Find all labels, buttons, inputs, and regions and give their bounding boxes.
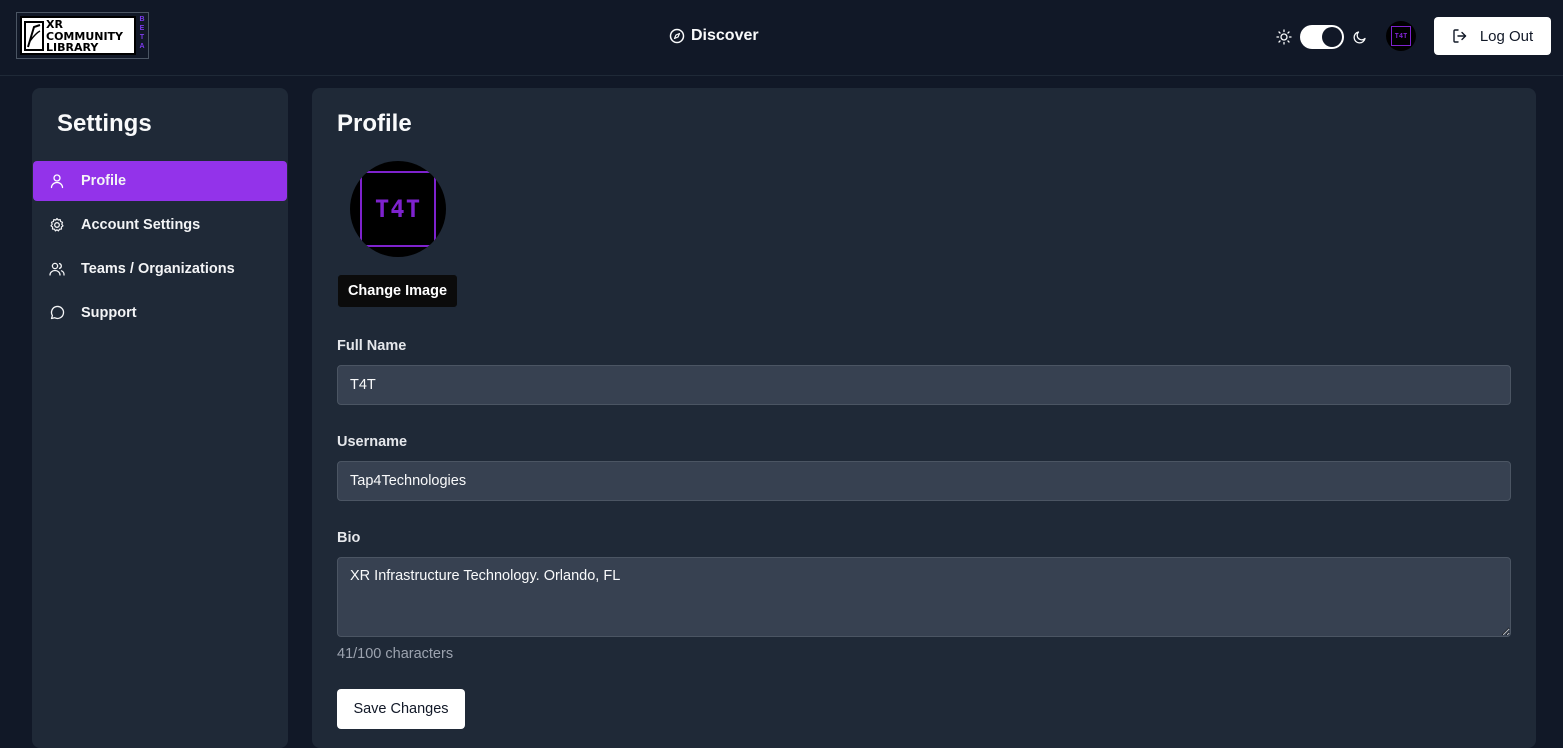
user-icon — [49, 173, 65, 189]
logo-mark-icon — [24, 21, 44, 51]
discover-label: Discover — [691, 27, 759, 44]
username-label: Username — [337, 434, 408, 450]
log-out-button[interactable]: Log Out — [1434, 17, 1551, 55]
sidebar-item-support[interactable]: Support — [33, 293, 287, 333]
settings-sidebar: Settings Profile Account Settings Teams … — [32, 88, 288, 748]
log-out-icon — [1452, 28, 1468, 44]
log-out-label: Log Out — [1479, 27, 1534, 45]
sidebar-title: Settings — [57, 110, 152, 137]
profile-avatar: T4T — [350, 161, 446, 257]
sidebar-item-label: Profile — [81, 173, 127, 189]
theme-switcher — [1276, 24, 1368, 50]
change-image-button[interactable]: Change Image — [337, 274, 458, 308]
discover-link[interactable]: Discover — [669, 24, 759, 48]
top-nav-bar: XR COMMUNITY LIBRARY B E T A Discover T4… — [0, 0, 1563, 76]
logo-line-1: XR — [46, 18, 63, 31]
xr-community-library-logo[interactable]: XR COMMUNITY LIBRARY B E T A — [16, 12, 149, 59]
beta-letter: A — [139, 43, 145, 50]
compass-icon — [669, 28, 685, 44]
full-name-label: Full Name — [337, 338, 407, 354]
beta-letter: E — [139, 25, 145, 32]
beta-label: B E T A — [138, 15, 146, 51]
page-title: Profile — [337, 110, 412, 137]
beta-letter: B — [139, 16, 145, 23]
logo-line-3: LIBRARY — [46, 41, 99, 54]
beta-letter: T — [139, 34, 145, 41]
theme-toggle[interactable] — [1300, 25, 1344, 49]
moon-icon — [1352, 29, 1368, 45]
theme-toggle-knob — [1322, 27, 1342, 47]
bio-character-count: 41/100 characters — [337, 646, 454, 662]
sidebar-item-label: Support — [81, 305, 137, 321]
username-field[interactable] — [337, 461, 1511, 501]
sidebar-item-account-settings[interactable]: Account Settings — [33, 205, 287, 245]
full-name-field[interactable] — [337, 365, 1511, 405]
message-circle-icon — [49, 305, 65, 321]
sun-icon — [1276, 29, 1292, 45]
gear-icon — [49, 217, 65, 233]
users-icon — [49, 261, 65, 277]
user-avatar-image: T4T — [1391, 26, 1411, 46]
sidebar-item-teams-organizations[interactable]: Teams / Organizations — [33, 249, 287, 289]
profile-avatar-image: T4T — [360, 171, 436, 247]
profile-panel: Profile T4T Change Image Full Name Usern… — [312, 88, 1536, 748]
bio-textarea[interactable]: XR Infrastructure Technology. Orlando, F… — [337, 557, 1511, 637]
logo-text: XR COMMUNITY LIBRARY — [46, 19, 136, 54]
bio-label: Bio — [337, 530, 361, 546]
sidebar-item-label: Teams / Organizations — [81, 261, 235, 277]
sidebar-item-label: Account Settings — [81, 217, 201, 233]
save-changes-button[interactable]: Save Changes — [337, 689, 465, 729]
sidebar-item-profile[interactable]: Profile — [33, 161, 287, 201]
logo-badge: XR COMMUNITY LIBRARY — [20, 16, 136, 55]
user-avatar[interactable]: T4T — [1386, 21, 1416, 51]
